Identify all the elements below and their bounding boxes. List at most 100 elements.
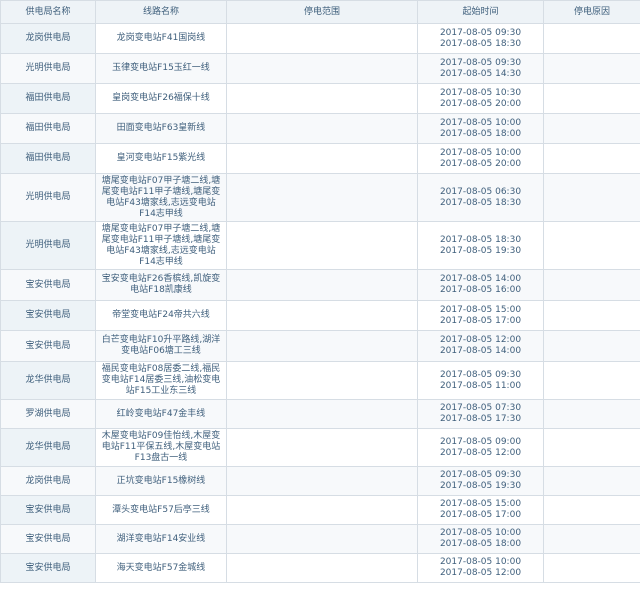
header-time: 起始时间: [417, 0, 544, 24]
table-row: 宝安供电局 白芒变电站F10升平路线,湖洋变电站F06塘工三线 2017-08-…: [0, 330, 640, 362]
line-cell: 皇岗变电站F26福保十线: [95, 83, 227, 114]
reason-cell: [543, 361, 640, 400]
scope-cell: [226, 143, 418, 174]
scope-cell: [226, 330, 418, 362]
time-cell: 2017-08-05 09:30 2017-08-05 14:30: [417, 53, 544, 84]
scope-cell: [226, 83, 418, 114]
end-time: 2017-08-05 17:30: [439, 414, 522, 424]
bureau-cell: 龙岗供电局: [0, 466, 96, 496]
reason-cell: [543, 269, 640, 301]
time-cell: 2017-08-05 09:30 2017-08-05 11:00: [417, 361, 544, 400]
line-cell: 福民变电站F08居委二线,福民变电站F14居委三线,油松变电站F15工业东三线: [95, 361, 227, 400]
start-time: 2017-08-05 09:30: [439, 27, 522, 38]
bureau-cell: 罗湖供电局: [0, 399, 96, 429]
start-time: 2017-08-05 09:30: [439, 57, 522, 68]
header-row: 供电局名称 线路名称 停电范围 起始时间 停电原因: [0, 0, 640, 24]
start-time: 2017-08-05 07:30: [439, 403, 522, 413]
line-cell: 红岭变电站F47金丰线: [95, 399, 227, 429]
end-time: 2017-08-05 20:00: [439, 98, 522, 109]
line-cell: 玉律变电站F15玉红一线: [95, 53, 227, 84]
end-time: 2017-08-05 19:30: [439, 481, 522, 491]
header-scope: 停电范围: [226, 0, 418, 24]
scope-cell: [226, 495, 418, 525]
scope-cell: [226, 300, 418, 331]
end-time: 2017-08-05 18:30: [439, 38, 522, 49]
reason-cell: [543, 399, 640, 429]
time-cell: 2017-08-05 10:00 2017-08-05 18:00: [417, 113, 544, 144]
scope-cell: [226, 23, 418, 54]
bureau-cell: 龙华供电局: [0, 361, 96, 400]
reason-cell: [543, 113, 640, 144]
time-cell: 2017-08-05 15:00 2017-08-05 17:00: [417, 495, 544, 525]
table-row: 宝安供电局 潭头变电站F57后亭三线 2017-08-05 15:00 2017-…: [0, 495, 640, 525]
time-cell: 2017-08-05 09:30 2017-08-05 19:30: [417, 466, 544, 496]
bureau-cell: 宝安供电局: [0, 300, 96, 331]
end-time: 2017-08-05 12:00: [439, 447, 522, 458]
reason-cell: [543, 466, 640, 496]
bureau-cell: 光明供电局: [0, 221, 96, 270]
time-cell: 2017-08-05 10:30 2017-08-05 20:00: [417, 83, 544, 114]
scope-cell: [226, 269, 418, 301]
line-cell: 皇河变电站F15紫光线: [95, 143, 227, 174]
start-time: 2017-08-05 12:00: [439, 335, 522, 345]
time-cell: 2017-08-05 14:00 2017-08-05 16:00: [417, 269, 544, 301]
time-cell: 2017-08-05 09:00 2017-08-05 12:00: [417, 428, 544, 467]
time-cell: 2017-08-05 09:30 2017-08-05 18:30: [417, 23, 544, 54]
line-cell: 宝安变电站F26香槟线,凯旋变电站F18凯康线: [95, 269, 227, 301]
line-cell: 塘尾变电站F07甲子塘二线,塘尾变电站F11甲子塘线,塘尾变电站F43塘家线,志…: [95, 221, 227, 270]
line-cell: 塘尾变电站F07甲子塘二线,塘尾变电站F11甲子塘线,塘尾变电站F43塘家线,志…: [95, 173, 227, 222]
start-time: 2017-08-05 10:00: [439, 528, 522, 538]
line-cell: 木屋变电站F09佳怡线,木屋变电站F11平保五线,木屋变电站F13盘古一线: [95, 428, 227, 467]
table-row: 罗湖供电局 红岭变电站F47金丰线 2017-08-05 07:30 2017-0…: [0, 399, 640, 429]
scope-cell: [226, 361, 418, 400]
end-time: 2017-08-05 16:00: [439, 285, 522, 295]
table-row: 光明供电局 塘尾变电站F07甲子塘二线,塘尾变电站F11甲子塘线,塘尾变电站F4…: [0, 221, 640, 270]
table-row: 龙岗供电局 正坑变电站F15橡树线 2017-08-05 09:30 2017-0…: [0, 466, 640, 496]
time-cell: 2017-08-05 18:30 2017-08-05 19:30: [417, 221, 544, 270]
start-time: 2017-08-05 18:30: [439, 234, 522, 245]
end-time: 2017-08-05 18:00: [439, 128, 522, 139]
line-cell: 田面变电站F63皇新线: [95, 113, 227, 144]
scope-cell: [226, 221, 418, 270]
table-row: 宝安供电局 海天变电站F57金城线 2017-08-05 10:00 2017-0…: [0, 553, 640, 583]
table-row: 龙华供电局 木屋变电站F09佳怡线,木屋变电站F11平保五线,木屋变电站F13盘…: [0, 428, 640, 467]
bureau-cell: 龙华供电局: [0, 428, 96, 467]
line-cell: 龙岗变电站F41国岗线: [95, 23, 227, 54]
line-cell: 帝堂变电站F24帝共六线: [95, 300, 227, 331]
start-time: 2017-08-05 09:30: [439, 470, 522, 480]
end-time: 2017-08-05 20:00: [439, 158, 522, 169]
table-row: 龙华供电局 福民变电站F08居委二线,福民变电站F14居委三线,油松变电站F15…: [0, 361, 640, 400]
bureau-cell: 光明供电局: [0, 53, 96, 84]
reason-cell: [543, 53, 640, 84]
end-time: 2017-08-05 14:00: [439, 346, 522, 356]
time-cell: 2017-08-05 12:00 2017-08-05 14:00: [417, 330, 544, 362]
time-cell: 2017-08-05 10:00 2017-08-05 18:00: [417, 524, 544, 554]
scope-cell: [226, 399, 418, 429]
reason-cell: [543, 524, 640, 554]
reason-cell: [543, 330, 640, 362]
reason-cell: [543, 300, 640, 331]
start-time: 2017-08-05 15:00: [439, 499, 522, 509]
table-row: 福田供电局 皇河变电站F15紫光线 2017-08-05 10:00 2017-0…: [0, 143, 640, 174]
table-row: 龙岗供电局 龙岗变电站F41国岗线 2017-08-05 09:30 2017-0…: [0, 23, 640, 54]
reason-cell: [543, 23, 640, 54]
time-cell: 2017-08-05 10:00 2017-08-05 20:00: [417, 143, 544, 174]
start-time: 2017-08-05 09:30: [439, 369, 522, 380]
scope-cell: [226, 524, 418, 554]
bureau-cell: 宝安供电局: [0, 524, 96, 554]
scope-cell: [226, 466, 418, 496]
header-reason: 停电原因: [543, 0, 640, 24]
end-time: 2017-08-05 14:30: [439, 68, 522, 79]
end-time: 2017-08-05 17:00: [439, 510, 522, 520]
reason-cell: [543, 221, 640, 270]
bureau-cell: 宝安供电局: [0, 495, 96, 525]
time-cell: 2017-08-05 15:00 2017-08-05 17:00: [417, 300, 544, 331]
start-time: 2017-08-05 09:00: [439, 436, 522, 447]
header-bureau: 供电局名称: [0, 0, 96, 24]
scope-cell: [226, 113, 418, 144]
header-line: 线路名称: [95, 0, 227, 24]
start-time: 2017-08-05 10:00: [439, 147, 522, 158]
time-cell: 2017-08-05 10:00 2017-08-05 12:00: [417, 553, 544, 583]
bureau-cell: 福田供电局: [0, 83, 96, 114]
start-time: 2017-08-05 10:00: [439, 117, 522, 128]
